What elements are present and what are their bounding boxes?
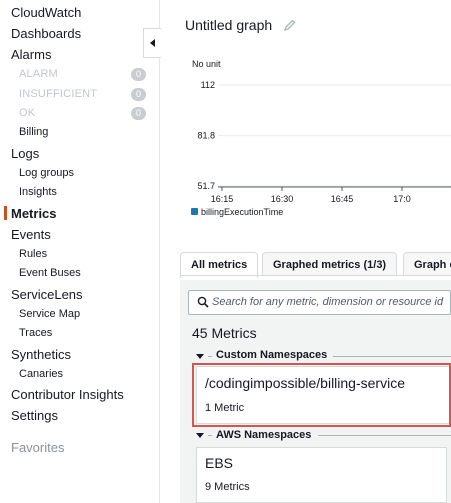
custom-namespaces-heading[interactable]: Custom Namespaces: [216, 349, 327, 361]
metric-count: 45 Metrics: [192, 325, 257, 341]
x-tick-label: 17:0: [393, 194, 411, 204]
highlight-box: [192, 363, 451, 427]
search-icon: [197, 296, 209, 308]
nav-rules[interactable]: Rules: [19, 248, 47, 260]
nav-insights[interactable]: Insights: [19, 186, 57, 198]
legend-swatch: [191, 208, 198, 215]
nav-alarm-state-insufficient[interactable]: INSUFFICIENT: [19, 88, 97, 100]
section-divider: [333, 356, 451, 357]
x-tick-label: 16:15: [211, 194, 234, 204]
section-divider: [208, 356, 212, 357]
nav-settings[interactable]: Settings: [11, 408, 58, 423]
caret-down-icon[interactable]: [196, 433, 204, 438]
pencil-icon[interactable]: [283, 18, 297, 32]
namespace-metric-count: 9 Metrics: [205, 481, 250, 493]
legend-label: billingExecutionTime: [201, 207, 283, 217]
y-axis-unit-label: No unit: [192, 59, 221, 69]
graph-title[interactable]: Untitled graph: [185, 17, 272, 33]
nav-log-groups[interactable]: Log groups: [19, 167, 74, 179]
nav-metrics[interactable]: Metrics: [11, 206, 57, 221]
nav-alarm-state-ok[interactable]: OK: [19, 107, 35, 119]
nav-logs[interactable]: Logs: [11, 146, 39, 161]
caret-down-icon[interactable]: [196, 354, 204, 359]
search-input[interactable]: [212, 293, 450, 311]
nav-traces[interactable]: Traces: [19, 327, 52, 339]
ok-count-badge: 0: [131, 107, 146, 120]
aws-namespaces-heading[interactable]: AWS Namespaces: [216, 429, 311, 441]
nav-events[interactable]: Events: [11, 227, 51, 242]
tab-graph-options[interactable]: Graph o: [403, 252, 451, 276]
insufficient-count-badge: 0: [131, 88, 146, 101]
collapse-sidebar-button[interactable]: [143, 28, 161, 58]
sidebar-nav: CloudWatch Dashboards Alarms ALARM 0 INS…: [0, 0, 160, 503]
section-divider: [208, 435, 212, 436]
section-divider: [318, 435, 451, 436]
nav-servicelens[interactable]: ServiceLens: [11, 287, 83, 302]
x-tick-label: 16:30: [271, 194, 294, 204]
nav-synthetics[interactable]: Synthetics: [11, 347, 71, 362]
nav-service-map[interactable]: Service Map: [19, 308, 80, 320]
caret-left-icon: [150, 39, 155, 47]
x-tick-label: 16:45: [331, 194, 354, 204]
y-tick-label: 51.7: [197, 181, 215, 191]
namespace-card-ebs[interactable]: EBS 9 Metrics: [196, 447, 447, 503]
nav-alarm-state-alarm[interactable]: ALARM: [19, 68, 58, 80]
nav-billing[interactable]: Billing: [19, 126, 48, 138]
y-tick-label: 81.8: [197, 131, 215, 141]
metrics-line-chart: No unit 112 81.8 51.7 16:15 16:30 16:45 17:0 bil…: [191, 59, 451, 217]
tabs-divider: [180, 275, 451, 276]
nav-event-buses[interactable]: Event Buses: [19, 267, 81, 279]
y-tick-label: 112: [201, 80, 215, 90]
nav-canaries[interactable]: Canaries: [19, 368, 63, 380]
nav-alarms[interactable]: Alarms: [11, 47, 51, 62]
namespace-name[interactable]: EBS: [205, 455, 233, 471]
active-indicator: [4, 206, 7, 220]
nav-favorites[interactable]: Favorites: [11, 440, 64, 455]
nav-cloudwatch[interactable]: CloudWatch: [11, 5, 81, 20]
nav-dashboards[interactable]: Dashboards: [11, 26, 81, 41]
tab-graphed-metrics[interactable]: Graphed metrics (1/3): [262, 252, 398, 276]
nav-contributor-insights[interactable]: Contributor Insights: [11, 387, 124, 402]
alarm-count-badge: 0: [131, 68, 146, 81]
